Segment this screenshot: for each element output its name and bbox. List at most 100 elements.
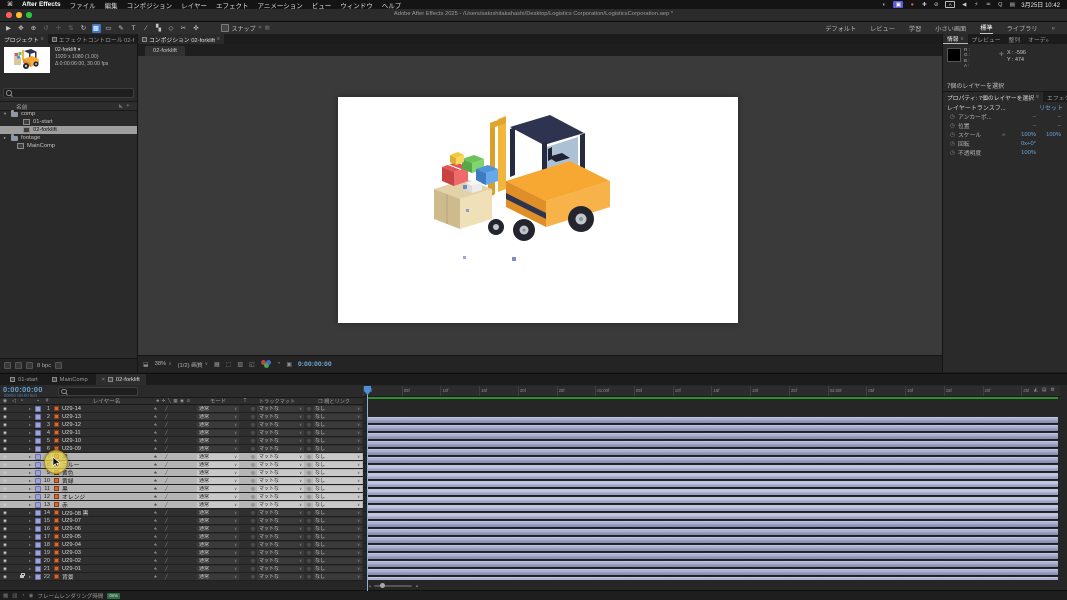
tool-icon[interactable]: ▚ [154,24,163,33]
layer-name[interactable]: U29-13 [60,413,151,420]
layer-name[interactable]: U29-06 [60,525,151,532]
layer-name-column[interactable]: レイヤー名 [60,398,151,404]
layer-name[interactable]: U29-07 [60,517,151,524]
label-color-chip[interactable] [34,493,42,500]
stopwatch-icon[interactable]: ◷ [947,132,958,138]
twirl-arrow-icon[interactable]: ▸ [26,533,34,540]
tab-composition[interactable]: コンポジション 02-forklift ≡ [138,34,224,44]
audio-toggle[interactable] [10,445,18,452]
layer-row[interactable]: ◉ ▸ 4 U29-11 ♣╱ 通常∨ ◎マットな∨ ◎なし∨ [0,429,363,437]
track-matte-dropdown[interactable]: マットな∨ [257,566,304,572]
blend-mode-dropdown[interactable]: 通常∨ [197,462,239,468]
layer-name[interactable]: U29-08 黒 [60,509,151,516]
camera-icon[interactable]: ▣ [286,361,292,368]
tool-icon[interactable]: ◇ [167,24,176,33]
layer-name[interactable]: U29-05 [60,533,151,540]
transparency-grid-icon[interactable]: ▦ [214,361,220,368]
channel-icon[interactable] [261,360,271,368]
blend-mode-dropdown[interactable]: 通常∨ [197,446,239,452]
label-color-chip[interactable] [34,429,42,436]
timeline-tab[interactable]: × 02-forklift [96,374,146,385]
workspace-tab[interactable]: デフォルト [825,24,856,33]
label-color-chip[interactable] [34,525,42,532]
composition-mini-flowchart-icon[interactable]: ▦ [3,593,8,599]
layer-switches[interactable]: ♣╱ [151,437,195,444]
panel-menu-icon[interactable]: ≡ [961,36,964,42]
parent-dropdown[interactable]: なし∨ [313,414,362,420]
twirl-arrow-icon[interactable]: ▸ [26,461,34,468]
track-matte-dropdown[interactable]: マットな∨ [257,494,304,500]
audio-toggle[interactable] [10,525,18,532]
menubar-status-icon[interactable]: A [945,1,955,8]
audio-toggle[interactable] [10,565,18,572]
resolution-dropdown[interactable]: (1/2) 画質∨ [178,360,208,369]
parent-dropdown[interactable]: なし∨ [313,486,362,492]
layer-row[interactable]: ◉ ▸ 15 U29-07 ♣╱ 通常∨ ◎マットな∨ ◎なし∨ [0,517,363,525]
audio-toggle[interactable] [10,453,18,460]
layer-duration-bar[interactable] [367,425,1058,431]
layer-duration-bar[interactable] [367,497,1058,503]
minimize-window-button[interactable] [16,12,22,18]
workspace-overflow-icon[interactable]: » [1052,25,1055,32]
layer-duration-bar[interactable] [367,417,1058,423]
visibility-toggle[interactable]: ◉ [0,565,10,572]
tab-preview[interactable]: プレビュー [968,34,1005,44]
guides-icon[interactable]: ◱ [249,361,255,368]
visibility-toggle[interactable]: ◉ [0,525,10,532]
twirl-arrow-icon[interactable]: ▸ [26,557,34,564]
menubar-status-icon[interactable]: ✚ [921,1,927,8]
menubar-status-icon[interactable]: ♒ [985,1,991,8]
track-matte-dropdown[interactable]: マットな∨ [257,470,304,476]
grid-options-icon[interactable]: ▦ [265,25,270,31]
apple-logo[interactable]: ⌘ [7,1,13,8]
tool-icon[interactable]: ✂ [179,24,188,33]
label-color-chip[interactable] [34,541,42,548]
timeline-tab[interactable]: × 01-start [4,374,44,385]
blend-mode-dropdown[interactable]: 通常∨ [197,470,239,476]
project-item-row[interactable]: ▾ comp [0,110,137,118]
track-matte-dropdown[interactable]: マットな∨ [257,454,304,460]
zoom-window-button[interactable] [26,12,32,18]
workspace-tab[interactable]: ライブラリ [1007,24,1038,33]
menubar-status-icon[interactable]: ● [909,1,915,8]
motion-blur-icon[interactable]: ◉ [29,593,34,599]
blend-mode-dropdown[interactable]: 通常∨ [197,518,239,524]
tool-icon[interactable]: ↺ [42,24,51,33]
draft-3d-icon[interactable]: ▥ [12,593,17,599]
visibility-toggle[interactable]: ◉ [0,461,10,468]
audio-toggle[interactable] [10,493,18,500]
track-matte-dropdown[interactable]: マットな∨ [257,542,304,548]
visibility-toggle[interactable]: ◉ [0,477,10,484]
expand-arrow-icon[interactable]: ▸ [2,135,8,141]
blend-mode-dropdown[interactable]: 通常∨ [197,430,239,436]
layer-name[interactable]: 黄緑 [60,477,151,484]
menubar-status-icon[interactable]: ⚡ [973,1,979,8]
visibility-toggle[interactable]: ◉ [0,573,10,580]
blend-mode-dropdown[interactable]: 通常∨ [197,478,239,484]
twirl-arrow-icon[interactable]: ▸ [26,477,34,484]
audio-toggle[interactable] [10,477,18,484]
exposure-icon[interactable]: ◔ [277,361,281,367]
track-matte-dropdown[interactable]: マットな∨ [257,414,304,420]
pickwhip-icon[interactable]: ◎ [306,574,312,580]
visibility-toggle[interactable]: ◉ [0,413,10,420]
visibility-toggle[interactable]: ◉ [0,557,10,564]
layer-name[interactable]: U29-04 [60,541,151,548]
tool-icon[interactable]: ⊕ [29,24,38,33]
layer-row[interactable]: ◉ ▸ 17 U29-05 ♣╱ 通常∨ ◎マットな∨ ◎なし∨ [0,533,363,541]
blend-mode-dropdown[interactable]: 通常∨ [197,534,239,540]
twirl-arrow-icon[interactable]: ▸ [26,501,34,508]
audio-toggle[interactable] [10,557,18,564]
layer-switches[interactable]: ♣╱ [151,501,195,508]
timeline-view-options[interactable]: ◭▤⚙ [1032,387,1057,393]
layer-name[interactable]: オレンジ [60,493,151,500]
tool-icon[interactable]: ▩ [92,24,101,33]
comp-viewer[interactable] [138,56,942,356]
stopwatch-icon[interactable]: ◷ [947,123,958,129]
pickwhip-icon[interactable]: ◎ [306,422,312,428]
label-color-chip[interactable] [34,533,42,540]
tab-effects[interactable]: エフェク» [1043,92,1067,102]
audio-toggle[interactable] [10,501,18,508]
parent-dropdown[interactable]: なし∨ [313,566,362,572]
layer-duration-bar[interactable] [367,521,1058,527]
